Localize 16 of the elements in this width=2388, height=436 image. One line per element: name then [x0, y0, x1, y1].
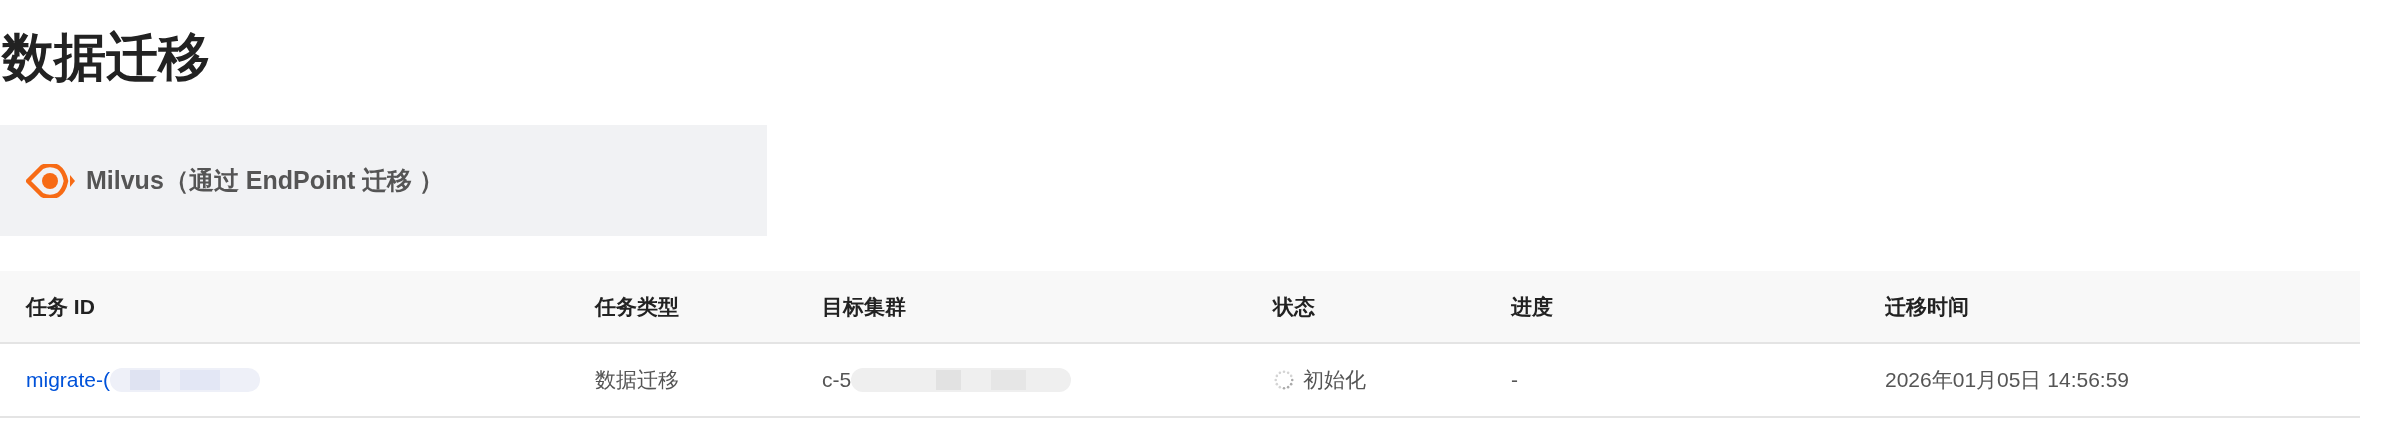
- table-cell: -: [1511, 368, 1518, 392]
- column-header: 任务 ID: [26, 293, 95, 320]
- column-header: 状态: [1273, 293, 1315, 320]
- task-id-link[interactable]: migrate-(: [26, 368, 110, 392]
- column-header: 任务类型: [595, 293, 679, 320]
- column-header: 迁移时间: [1885, 293, 1969, 320]
- status-label: 初始化: [1303, 367, 1366, 393]
- column-header: 目标集群: [822, 293, 906, 320]
- table-cell-text: 2026年01月05日 14:56:59: [1885, 367, 2129, 393]
- eye-icon: [26, 163, 76, 198]
- table-cell: c-5: [822, 368, 852, 392]
- source-card[interactable]: Milvus（通过 EndPoint 迁移 ）: [0, 125, 767, 236]
- source-label: Milvus（通过 EndPoint 迁移 ）: [86, 165, 445, 196]
- column-header: 进度: [1511, 293, 1553, 320]
- table-cell-text: 数据迁移: [595, 367, 679, 393]
- page-title: 数据迁移: [0, 26, 211, 89]
